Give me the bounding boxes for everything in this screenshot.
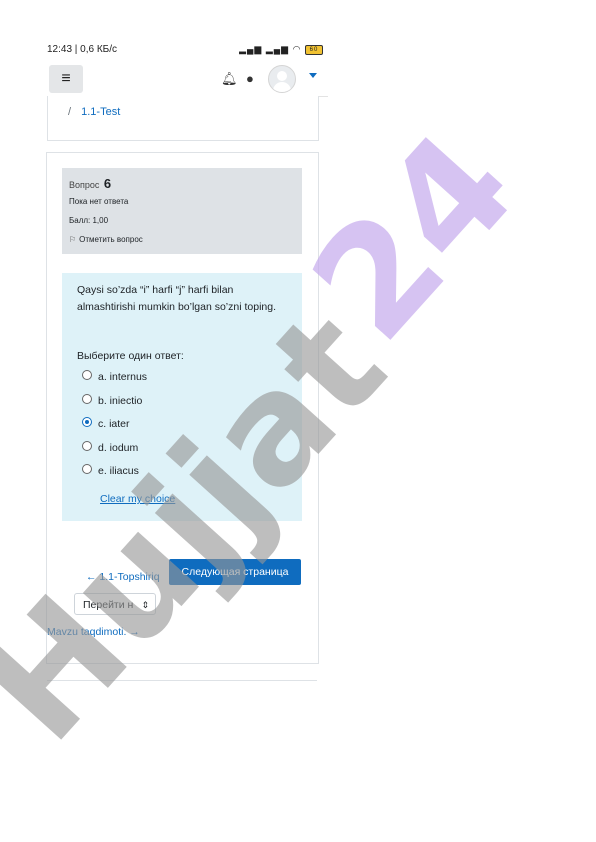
- answer-option[interactable]: b. iniectio: [82, 394, 143, 409]
- breadcrumb-current[interactable]: 1.1-Test: [81, 106, 120, 118]
- status-time: 12:43 | 0,6 КБ/с: [47, 44, 118, 55]
- answer-label: e. iliacus: [98, 465, 139, 477]
- flag-icon: ⚐: [69, 235, 77, 244]
- answer-option[interactable]: a. internus: [82, 370, 148, 385]
- answer-prompt: Выберите один ответ:: [77, 350, 184, 362]
- status-icons: ▂▄▆ ▂▄▆ ◠ 60: [239, 44, 323, 55]
- answer-label: c. iater: [98, 418, 130, 430]
- question-label: Вопрос: [69, 180, 100, 190]
- chat-icon[interactable]: ●: [246, 71, 254, 86]
- previous-activity-link[interactable]: ← 1.1-Topshiriq: [86, 571, 160, 583]
- bottom-card-edge: [47, 680, 317, 701]
- breadcrumb-card: / 1.1-Test: [47, 96, 319, 141]
- question-number: Вопрос 6: [69, 176, 111, 191]
- answer-option[interactable]: d. iodum: [82, 441, 139, 456]
- breadcrumb: / 1.1-Test: [68, 106, 120, 118]
- select-arrows-icon: ⇕: [141, 600, 149, 610]
- answer-label: d. iodum: [98, 442, 139, 454]
- next-activity-link[interactable]: Mavzu taqdimoti. →: [47, 626, 140, 638]
- wifi-icon: ◠: [292, 44, 302, 54]
- flag-label: Отметить вопрос: [79, 235, 143, 244]
- question-state: Пока нет ответа: [69, 197, 129, 206]
- battery-icon: 60: [305, 44, 323, 55]
- radio-button[interactable]: [82, 441, 92, 452]
- question-text: Qaysi so’zda “i” harfi “j” harfi bilan a…: [77, 284, 277, 313]
- clear-choice-link[interactable]: Clear my choice: [100, 493, 175, 505]
- jump-select-value: Перейти н: [83, 599, 134, 611]
- avatar-body: [273, 82, 291, 92]
- radio-button[interactable]: [82, 370, 92, 381]
- jump-to-select[interactable]: Перейти н ⇕: [74, 593, 156, 615]
- signal-icon-2: ▂▄▆: [265, 44, 290, 54]
- question-number-value: 6: [103, 176, 112, 191]
- radio-button[interactable]: [82, 394, 92, 405]
- signal-icon: ▂▄▆: [239, 44, 263, 54]
- avatar-head: [277, 71, 287, 81]
- radio-button[interactable]: [82, 464, 92, 475]
- answer-label: b. iniectio: [98, 395, 143, 407]
- top-navbar: ≡ 🔔︎ ●: [47, 62, 328, 97]
- status-bar: 12:43 | 0,6 КБ/с ▂▄▆ ▂▄▆ ◠ 60: [47, 44, 323, 60]
- flag-question-link[interactable]: ⚐ Отметить вопрос: [69, 235, 143, 244]
- breadcrumb-separator: /: [68, 106, 72, 118]
- watermark-purple: 24: [279, 101, 549, 373]
- caret-down-icon[interactable]: [309, 73, 317, 78]
- avatar[interactable]: [268, 65, 296, 93]
- answer-option[interactable]: e. iliacus: [82, 464, 139, 479]
- question-formulation: Qaysi so’zda “i” harfi “j” harfi bilan a…: [62, 273, 302, 521]
- radio-button-selected[interactable]: [82, 417, 92, 428]
- bell-icon[interactable]: 🔔︎: [221, 71, 238, 87]
- hamburger-icon: ≡: [61, 70, 71, 87]
- question-grade: Балл: 1,00: [69, 216, 109, 225]
- question-info: Вопрос 6 Пока нет ответа Балл: 1,00 ⚐ Отм…: [62, 168, 302, 254]
- next-page-button[interactable]: Следующая страница: [169, 559, 301, 585]
- answer-option[interactable]: c. iater: [82, 417, 130, 432]
- drawer-menu-button[interactable]: ≡: [49, 65, 83, 93]
- answer-label: a. internus: [98, 371, 148, 383]
